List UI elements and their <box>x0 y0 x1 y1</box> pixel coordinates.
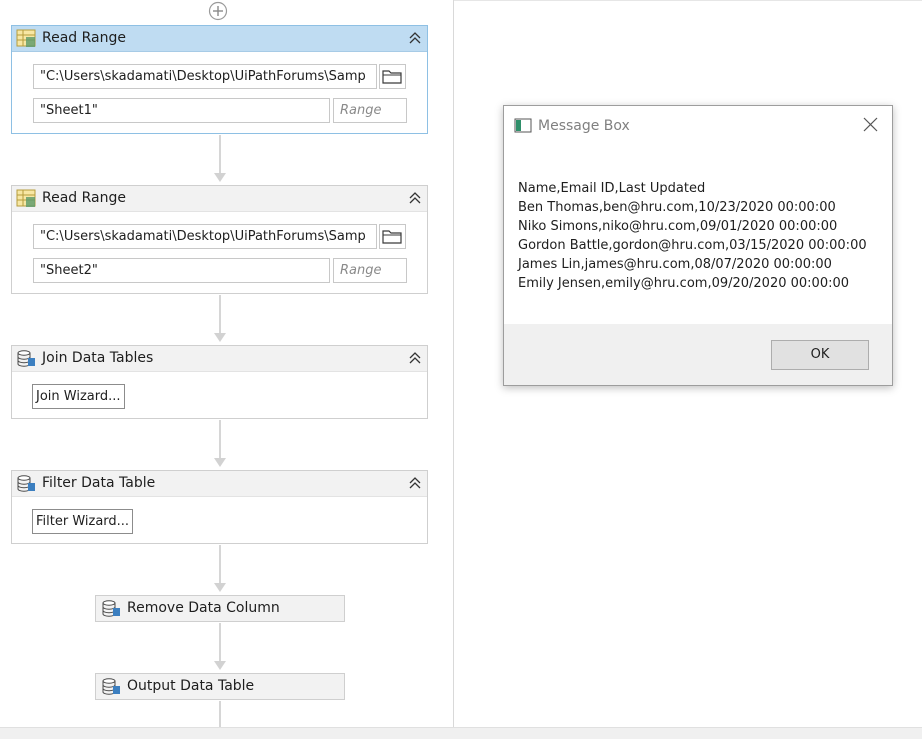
connector-line <box>219 623 221 661</box>
collapse-icon[interactable] <box>408 476 422 490</box>
datatable-icon <box>102 678 120 695</box>
collapse-icon[interactable] <box>408 31 422 45</box>
connector-arrow <box>214 173 226 182</box>
range-input[interactable]: Range <box>333 258 407 283</box>
activity-header[interactable]: Read Range <box>12 26 427 52</box>
activity-header[interactable]: Join Data Tables <box>12 346 427 372</box>
close-icon[interactable] <box>863 117 878 132</box>
add-activity-icon[interactable] <box>208 1 228 21</box>
read-range-activity-1[interactable]: Read Range "C:\Users\skadamati\Desktop\U… <box>11 25 428 134</box>
browse-folder-button[interactable] <box>379 64 406 89</box>
connector-line <box>219 295 221 333</box>
message-line: Emily Jensen,emily@hru.com,09/20/2020 00… <box>518 276 850 291</box>
ok-button[interactable]: OK <box>771 340 869 370</box>
remove-data-column-activity[interactable]: Remove Data Column <box>95 595 345 622</box>
sheet-name-input[interactable]: "Sheet1" <box>33 98 330 123</box>
excel-range-icon <box>16 29 36 47</box>
activity-title: Remove Data Column <box>127 600 280 616</box>
activity-title: Join Data Tables <box>42 350 154 366</box>
activity-title: Output Data Table <box>127 678 255 694</box>
message-line: Name,Email ID,Last Updated <box>518 181 706 196</box>
range-input[interactable]: Range <box>333 98 407 123</box>
activity-header[interactable]: Filter Data Table <box>12 471 427 497</box>
activity-title: Filter Data Table <box>42 475 156 491</box>
status-bar <box>0 727 922 739</box>
activity-header[interactable]: Read Range <box>12 186 427 212</box>
join-data-tables-activity[interactable]: Join Data Tables Join Wizard... <box>11 345 428 419</box>
dialog-footer: OK <box>504 324 892 385</box>
datatable-icon <box>102 600 120 617</box>
connector-line <box>219 545 221 583</box>
excel-range-icon <box>16 189 36 207</box>
top-border <box>454 0 922 1</box>
message-line: Ben Thomas,ben@hru.com,10/23/2020 00:00:… <box>518 200 836 215</box>
read-range-activity-2[interactable]: Read Range "C:\Users\skadamati\Desktop\U… <box>11 185 428 294</box>
filter-wizard-button[interactable]: Filter Wizard... <box>32 509 134 534</box>
window-icon <box>514 118 532 133</box>
message-box-dialog: Message Box Name,Email ID,Last Updated B… <box>503 105 893 386</box>
message-line: Gordon Battle,gordon@hru.com,03/15/2020 … <box>518 238 867 253</box>
workflow-canvas: Read Range "C:\Users\skadamati\Desktop\U… <box>0 0 453 727</box>
workbook-path-input[interactable]: "C:\Users\skadamati\Desktop\UiPathForums… <box>33 64 377 89</box>
folder-icon <box>382 70 402 84</box>
output-data-table-activity[interactable]: Output Data Table <box>95 673 345 700</box>
connector-arrow <box>214 458 226 467</box>
collapse-icon[interactable] <box>408 191 422 205</box>
activity-title: Read Range <box>42 30 126 46</box>
connector-line <box>219 701 221 727</box>
browse-folder-button[interactable] <box>379 224 406 249</box>
datatable-icon <box>17 475 35 492</box>
join-wizard-button[interactable]: Join Wizard... <box>32 384 125 409</box>
filter-data-table-activity[interactable]: Filter Data Table Filter Wizard... <box>11 470 428 544</box>
connector-line <box>219 420 221 458</box>
connector-arrow <box>214 583 226 592</box>
workbook-path-input[interactable]: "C:\Users\skadamati\Desktop\UiPathForums… <box>33 224 377 249</box>
message-text: Name,Email ID,Last Updated Ben Thomas,be… <box>518 179 867 293</box>
connector-arrow <box>214 333 226 342</box>
message-line: James Lin,james@hru.com,08/07/2020 00:00… <box>518 257 832 272</box>
collapse-icon[interactable] <box>408 351 422 365</box>
sheet-name-input[interactable]: "Sheet2" <box>33 258 330 283</box>
folder-icon <box>382 230 402 244</box>
activity-title: Read Range <box>42 190 126 206</box>
message-line: Niko Simons,niko@hru.com,09/01/2020 00:0… <box>518 219 838 234</box>
dialog-title: Message Box <box>538 118 630 134</box>
connector-line <box>219 135 221 173</box>
datatable-icon <box>17 350 35 367</box>
connector-arrow <box>214 661 226 670</box>
panel-divider <box>453 0 454 727</box>
